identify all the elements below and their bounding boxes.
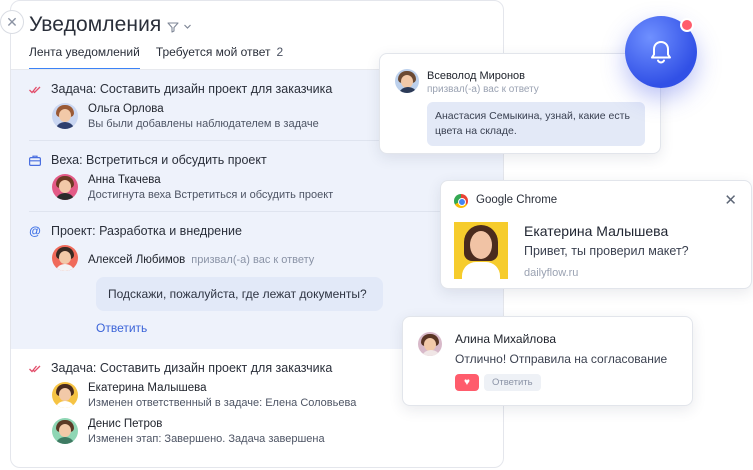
message-bubble: Подскажи, пожалуйста, где лежат документ… — [96, 277, 383, 311]
notification-text: Вы были добавлены наблюдателем в задаче — [88, 118, 319, 130]
mention-text: призвал(-а) вас к ответу — [191, 254, 315, 266]
browser-notification[interactable]: Google Chrome ✕ Екатерина Малышева Приве… — [440, 180, 752, 289]
avatar — [52, 103, 78, 129]
like-button[interactable]: ♥ — [455, 374, 479, 391]
site-url: dailyflow.ru — [524, 267, 579, 279]
mention-text: призвал(-а) вас к ответу — [427, 84, 539, 95]
tab-bar: Лента уведомлений Требуется мой ответ 2 — [29, 45, 283, 70]
tab-my-reply[interactable]: Требуется мой ответ 2 — [156, 45, 283, 70]
user-name[interactable]: Денис Петров — [88, 418, 325, 430]
avatar — [52, 382, 78, 408]
tab-label: Лента уведомлений — [29, 45, 140, 59]
double-check-icon — [29, 362, 41, 374]
user-name[interactable]: Анна Ткачева — [88, 174, 333, 186]
user-name: Алина Михайлова — [455, 332, 557, 346]
avatar — [52, 174, 78, 200]
notification-row: Денис Петров Изменен этап: Завершено. За… — [11, 418, 503, 445]
avatar — [52, 245, 78, 271]
heart-icon: ♥ — [464, 377, 470, 388]
unread-badge — [680, 18, 694, 32]
notification-title: Задача: Составить дизайн проект для зака… — [51, 361, 333, 375]
notification-title: Проект: Разработка и внедрение — [51, 224, 242, 238]
sender-name: Екатерина Малышева — [524, 223, 669, 239]
avatar — [52, 418, 78, 444]
message-text: Привет, ты проверил макет? — [524, 244, 689, 258]
tab-label: Требуется мой ответ — [155, 45, 271, 59]
message-text: Отлично! Отправила на согласование — [455, 352, 668, 366]
notification-row: Анна Ткачева Достигнута веха Встретиться… — [11, 174, 503, 201]
tab-count: 2 — [276, 45, 284, 59]
user-name[interactable]: Алексей Любимов — [88, 254, 185, 266]
close-icon[interactable]: ✕ — [0, 10, 24, 34]
chevron-down-icon — [184, 24, 192, 29]
notification-title: Веха: Встретиться и обсудить проект — [51, 153, 267, 167]
message-bubble: Анастасия Семыкина, узнай, какие есть цв… — [427, 102, 645, 146]
panel-header: Уведомления — [29, 13, 192, 37]
panel-title: Уведомления — [29, 13, 162, 36]
avatar — [395, 69, 419, 93]
user-name[interactable]: Ольга Орлова — [88, 103, 319, 115]
avatar — [418, 332, 442, 356]
chrome-icon — [454, 194, 468, 208]
briefcase-icon — [29, 154, 41, 166]
notification-text: Достигнута веха Встретиться и обсудить п… — [88, 189, 334, 201]
notification-row: Алексей Любимов призвал(-а) вас к ответу — [11, 245, 503, 271]
message-card[interactable]: Алина Михайлова Отлично! Отправила на со… — [402, 316, 693, 406]
user-name[interactable]: Екатерина Малышева — [88, 382, 356, 394]
close-icon[interactable]: ✕ — [724, 191, 737, 209]
filter-icon — [167, 21, 179, 33]
user-name: Всеволод Миронов — [427, 70, 526, 82]
bell-icon — [651, 41, 671, 64]
double-check-icon — [29, 83, 41, 95]
filter-dropdown[interactable] — [167, 21, 192, 33]
notification-text: Изменен ответственный в задаче: Елена Со… — [88, 397, 357, 409]
mention-card[interactable]: Всеволод Миронов призвал(-а) вас к ответ… — [379, 53, 661, 154]
at-icon: @ — [29, 224, 41, 238]
app-name: Google Chrome — [476, 194, 558, 206]
tab-feed[interactable]: Лента уведомлений — [29, 45, 140, 70]
avatar — [454, 222, 508, 279]
notification-text: Изменен этап: Завершено. Задача завершен… — [88, 433, 325, 445]
reply-button[interactable]: Ответить — [484, 374, 541, 391]
notification-title: Задача: Составить дизайн проект для зака… — [51, 82, 333, 96]
